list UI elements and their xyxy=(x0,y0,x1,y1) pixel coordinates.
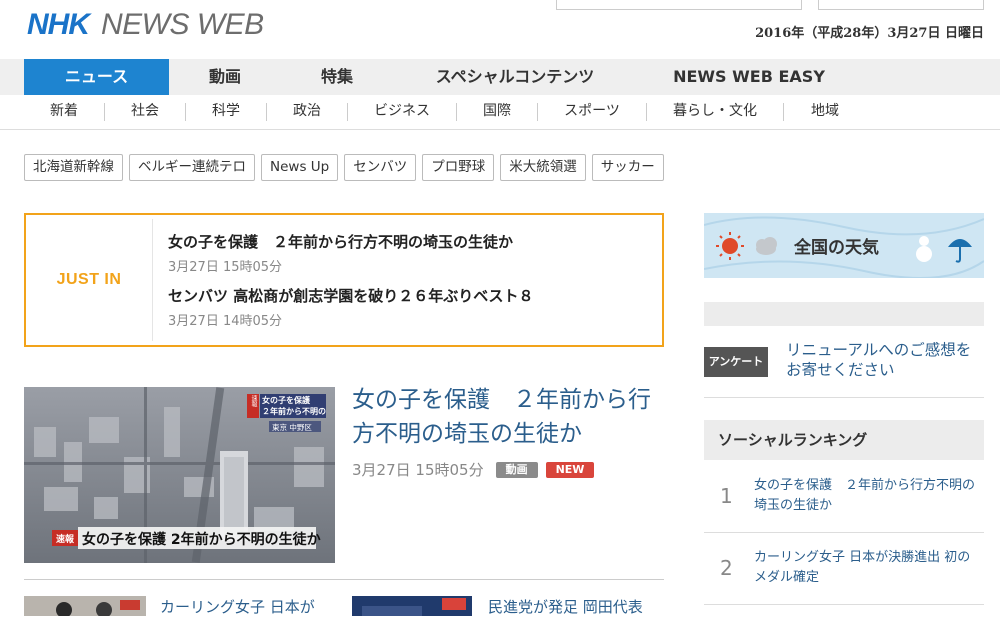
topic-tags: 北海道新幹線 ベルギー連続テロ News Up センバツ プロ野球 米大統領選 … xyxy=(24,154,664,181)
sub-nav-culture[interactable]: 暮らし・文化 xyxy=(647,95,783,129)
sub-nav-region[interactable]: 地域 xyxy=(784,95,866,129)
just-in-time: 3月27日 15時05分 xyxy=(168,260,283,275)
sub-nav-business[interactable]: ビジネス xyxy=(348,95,456,129)
divider xyxy=(704,397,984,398)
sidebar-blank-bar xyxy=(704,302,984,326)
search-box[interactable] xyxy=(556,0,802,10)
image-caption-top-2: ２年前から不明の xyxy=(262,407,326,416)
sub-nav-international[interactable]: 国際 xyxy=(457,95,537,129)
video-badge: 動画 xyxy=(495,461,538,478)
main-nav-video[interactable]: 動画 xyxy=(169,59,281,95)
social-ranking-title: ソーシャルランキング xyxy=(704,420,984,460)
snowman-icon xyxy=(916,236,932,262)
sub-nav-society[interactable]: 社会 xyxy=(105,95,185,129)
just-in-item[interactable]: センバツ 高松商が創志学園を破り２６年ぶりベスト８ 3月27日 14時05分 xyxy=(168,285,534,329)
image-caption-top-1: 女の子を保護 xyxy=(262,396,310,405)
survey-link[interactable]: リニューアルへのご感想をお寄せください xyxy=(786,340,986,380)
sub-nav-sports[interactable]: スポーツ xyxy=(538,95,646,129)
tag-us-election[interactable]: 米大統領選 xyxy=(500,154,586,181)
main-article-meta: 3月27日 15時05分 動画 NEW xyxy=(352,459,595,480)
image-caption-bottom: 女の子を保護 2年前から不明の生徒か xyxy=(82,532,321,548)
umbrella-icon xyxy=(948,239,972,263)
weather-banner[interactable]: 全国の天気 xyxy=(704,213,984,278)
sub-article-image[interactable] xyxy=(24,596,146,616)
just-in-title[interactable]: センバツ 高松商が創志学園を破り２６年ぶりベスト８ xyxy=(168,285,534,306)
current-date: 2016年（平成28年）3月27日 日曜日 xyxy=(755,26,984,41)
main-nav-news[interactable]: ニュース xyxy=(24,59,169,95)
sub-nav: 新着 社会 科学 政治 ビジネス 国際 スポーツ 暮らし・文化 地域 xyxy=(0,95,1000,130)
tag-belgium-terror[interactable]: ベルギー連続テロ xyxy=(129,154,255,181)
weather-title: 全国の天気 xyxy=(794,238,879,258)
just-in-item[interactable]: 女の子を保護 ２年前から行方不明の埼玉の生徒か 3月27日 15時05分 xyxy=(168,231,513,275)
sub-article-title[interactable]: 民進党が発足 岡田代表 xyxy=(488,596,643,617)
press-conference-image xyxy=(352,596,472,616)
curling-image xyxy=(24,596,146,616)
logo-news-web: NEWS WEB xyxy=(101,8,264,41)
tag-pro-baseball[interactable]: プロ野球 xyxy=(422,154,495,181)
cloud-icon xyxy=(756,237,777,255)
tag-hokkaido-shinkansen[interactable]: 北海道新幹線 xyxy=(24,154,123,181)
sub-nav-science[interactable]: 科学 xyxy=(186,95,266,129)
tag-senbatsu[interactable]: センバツ xyxy=(344,154,417,181)
nhk-news-web-logo[interactable]: NHK NEWS WEB xyxy=(27,7,264,43)
sun-icon xyxy=(716,232,744,260)
sub-article-title[interactable]: カーリング女子 日本が xyxy=(160,596,315,617)
survey-badge: アンケート xyxy=(704,347,768,377)
main-nav-special[interactable]: スペシャルコンテンツ xyxy=(393,59,637,95)
image-location: 東京 中野区 xyxy=(272,423,312,432)
just-in-title[interactable]: 女の子を保護 ２年前から行方不明の埼玉の生徒か xyxy=(168,231,513,252)
breaking-tag-bottom: 速報 xyxy=(55,535,74,545)
divider xyxy=(24,579,664,580)
tag-news-up[interactable]: News Up xyxy=(261,154,339,181)
new-badge: NEW xyxy=(545,461,595,478)
main-article-title[interactable]: 女の子を保護 ２年前から行方不明の埼玉の生徒か xyxy=(352,383,664,451)
just-in-label: JUST IN xyxy=(56,271,122,288)
main-nav-feature[interactable]: 特集 xyxy=(281,59,393,95)
main-article-image[interactable]: 速報 女の子を保護 ２年前から不明の 東京 中野区 速報 女の子を保護 2年前か… xyxy=(24,387,335,563)
ranking-number: 2 xyxy=(720,556,733,580)
breaking-tag-top: 速報 xyxy=(250,395,257,407)
main-nav-easy[interactable]: NEWS WEB EASY xyxy=(637,59,861,95)
just-in-box: JUST IN 女の子を保護 ２年前から行方不明の埼玉の生徒か 3月27日 15… xyxy=(24,213,664,347)
main-article-time: 3月27日 15時05分 xyxy=(352,461,484,479)
ranking-number: 1 xyxy=(720,484,733,508)
ranking-title[interactable]: カーリング女子 日本が決勝進出 初のメダル確定 xyxy=(754,548,979,588)
divider xyxy=(704,532,984,533)
sub-article-image[interactable] xyxy=(352,596,472,616)
sub-nav-latest[interactable]: 新着 xyxy=(24,95,104,129)
tag-soccer[interactable]: サッカー xyxy=(591,154,664,181)
sub-nav-politics[interactable]: 政治 xyxy=(267,95,347,129)
just-in-time: 3月27日 14時05分 xyxy=(168,314,283,329)
logo-nhk: NHK xyxy=(27,8,90,41)
main-nav: ニュース 動画 特集 スペシャルコンテンツ NEWS WEB EASY xyxy=(0,59,1000,95)
just-in-divider xyxy=(152,219,153,341)
ranking-title[interactable]: 女の子を保護 ２年前から行方不明の埼玉の生徒か xyxy=(754,476,979,516)
search-button[interactable] xyxy=(818,0,984,10)
divider xyxy=(704,604,984,605)
